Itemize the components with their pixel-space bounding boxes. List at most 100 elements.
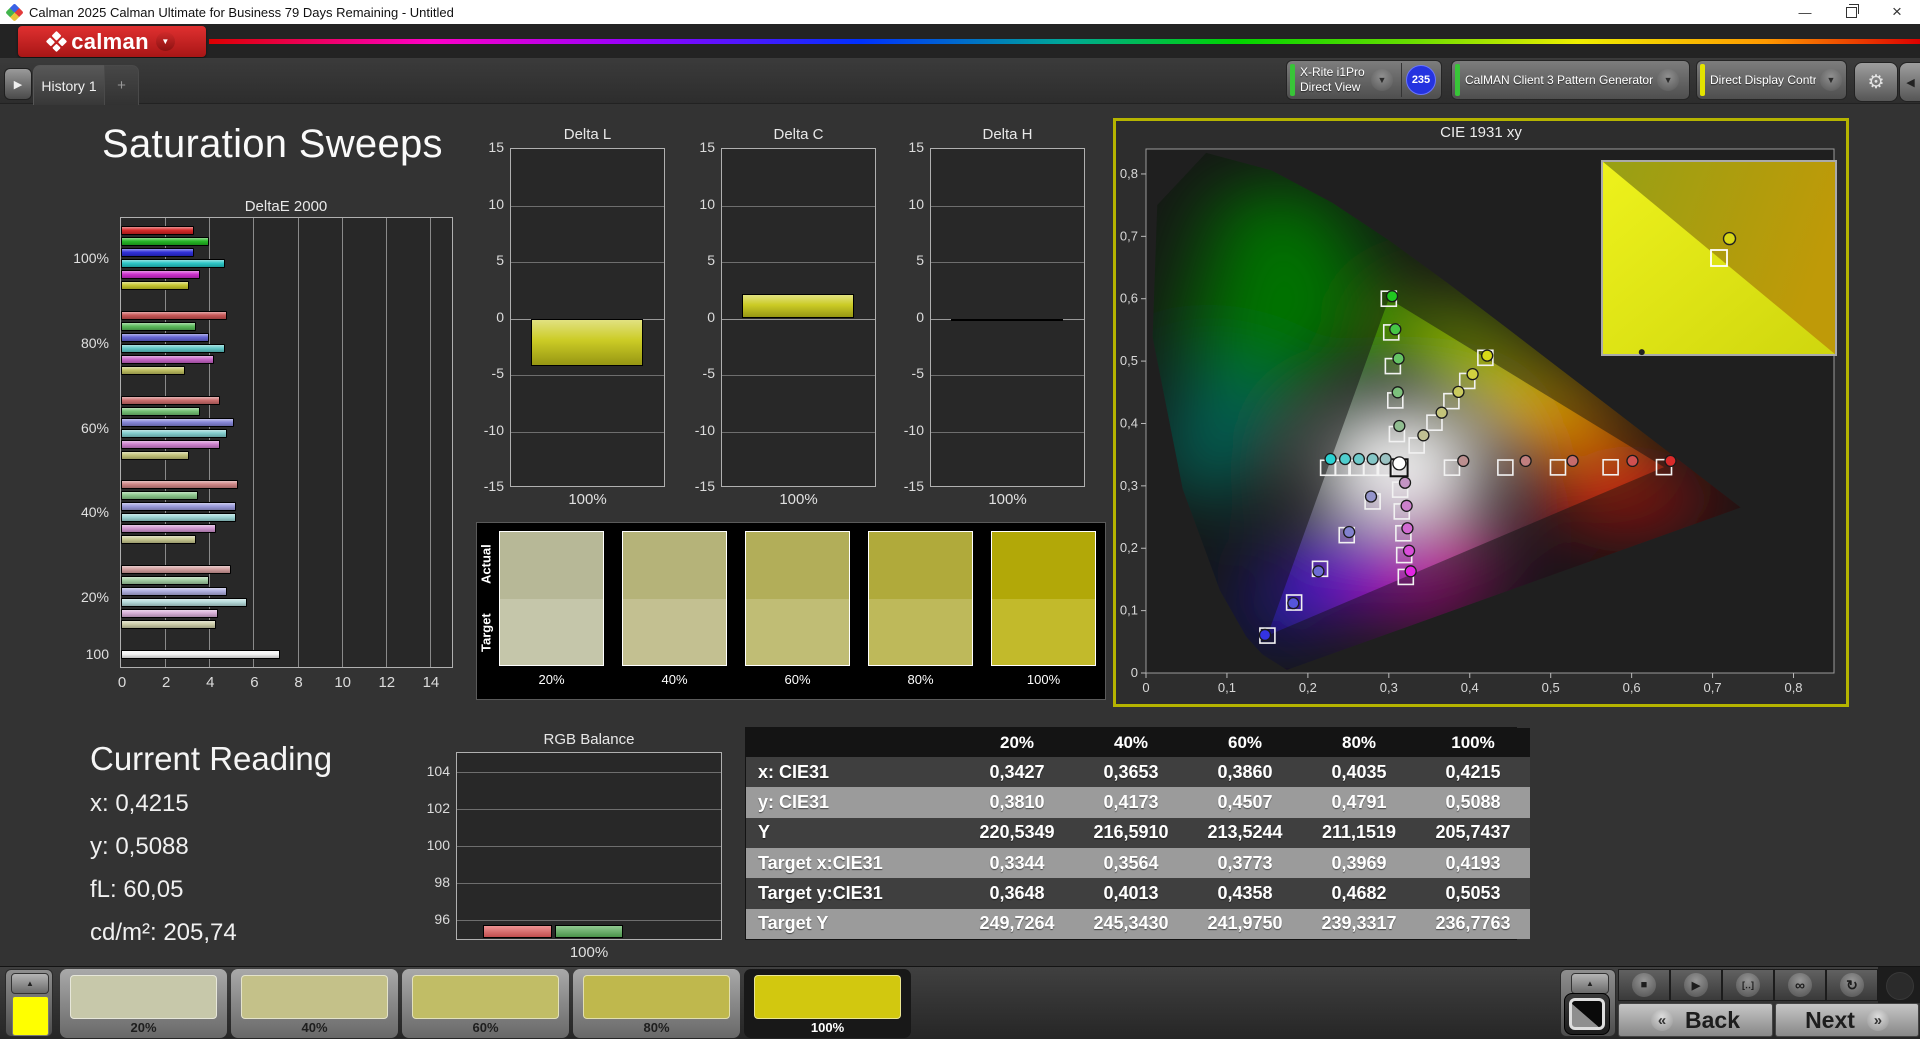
table-cell: 0,5053 [1416,878,1530,909]
pattern-window-button[interactable] [1564,993,1610,1035]
x-tick-label: 8 [294,674,303,691]
y-tick-label: 0 [916,308,924,325]
loop-button[interactable]: ∞ [1774,969,1826,1001]
loop-icon: ∞ [1788,973,1812,997]
close-button[interactable]: × [1874,0,1920,24]
table-column-header: 20% [960,728,1074,757]
table-cell: 0,3564 [1074,847,1188,879]
collapse-panel-button[interactable]: ◀ [1899,62,1920,102]
deltae-bar [121,226,194,235]
cie-measured-marker [1343,525,1356,539]
patch-panel-expand-button[interactable]: ▲ [11,973,49,994]
svg-text:0: 0 [1131,665,1138,680]
display-control-dropdown[interactable]: Direct Display Control ▼ [1696,60,1847,100]
meter-count-badge: 235 [1406,65,1436,95]
actual-swatch [992,532,1095,599]
y-tick-label: 5 [707,252,715,268]
restore-button[interactable] [1828,0,1874,24]
cie-chromaticity-diagram: 0 0,1 0,2 0,3 0,4 0,5 0,6 0,7 0,8 0 0,1 0,2 0,3 0,4 0,… [1120,148,1837,695]
chevrons-right-icon: » [1866,1009,1889,1031]
deltae-chart-plot: 100% 80% 60% 40% 20% 100 [73,217,453,668]
add-tab-button[interactable]: + [104,65,139,105]
gridline [722,375,875,376]
refresh-button[interactable]: ↻ [1826,969,1878,1001]
pattern-level-card[interactable]: 60% [402,969,569,1038]
rgb-balance-plot [456,752,722,940]
display-control-label: Direct Display Control [1710,72,1816,87]
window-frame-icon [1569,998,1605,1030]
deltae-bar-group: 100 [86,646,452,662]
calman-menu-button[interactable]: calman ▼ [18,26,206,57]
mini-chart-title: Delta H [982,126,1033,143]
cie-measured-marker [1287,596,1300,610]
actual-swatch [623,532,726,599]
y-tick-label: 10 [908,195,924,212]
y-tick-label: 102 [426,799,450,816]
y-tick-label: 15 [908,139,924,155]
back-button[interactable]: « Back [1618,1003,1773,1037]
cie-measured-marker [1389,323,1402,336]
table-row-label: x: CIE31 [746,757,960,788]
chevron-up-icon: ▲ [1586,979,1594,988]
table-cell: 241,9750 [1188,908,1302,939]
deltae-bar [121,576,210,586]
deltae-bar [121,502,236,512]
gridline [722,205,875,207]
deltae-bar [121,480,238,490]
mini-chart-x-label: 100% [568,491,607,508]
deltae-bar [121,332,210,342]
deltae-bar [121,535,197,545]
swatch-label: 100% [1026,672,1061,687]
range-button[interactable]: [‥] [1722,969,1774,1001]
cie-measured-marker [1566,454,1579,468]
y-tick-label: -10 [903,421,924,438]
cie-measured-marker [1626,454,1639,468]
next-button[interactable]: Next » [1775,1003,1919,1037]
delta-bar [950,318,1063,321]
meter-dropdown[interactable]: X-Rite i1Pro 2Direct View ▼ 235 [1286,60,1442,100]
cie-measured-marker [1481,349,1494,362]
pattern-level-card[interactable]: 20% [60,969,227,1038]
settings-button[interactable]: ⚙ [1854,62,1898,102]
current-reading-title: Current Reading [90,740,333,777]
y-tick-label: 5 [916,252,924,268]
y-tick-label: -15 [694,478,715,494]
cie-measured-marker [1393,419,1406,433]
delta-bar [530,318,643,366]
cie-measured-marker [1366,452,1379,466]
minimize-button[interactable]: — [1782,0,1828,24]
window-panel-expand-button[interactable]: ▲ [1571,973,1609,994]
table-row-label: Target x:CIE31 [746,847,960,879]
deltae-bar-group: 60% [81,395,452,460]
cie-measured-marker [1364,490,1378,503]
pattern-level-card[interactable]: 100% [744,969,911,1038]
calman-app-window: Calman 2025 Calman Ultimate for Business… [0,0,1920,1039]
play-button[interactable]: ▶ [1670,969,1722,1001]
gridline [457,771,721,773]
swatch-label: 80% [907,672,934,687]
gridline [511,262,664,263]
deltae-bar-group: 80% [81,310,452,375]
cie-inset-dot [1638,349,1645,356]
chevron-down-icon: ▼ [1820,69,1842,91]
table-cell: 0,3773 [1188,847,1302,879]
deltae-chart-title: DeltaE 2000 [244,198,328,215]
stop-button[interactable]: ■ [1618,969,1670,1001]
current-reading-value: fL: 60,05 [90,876,184,903]
pattern-level-card[interactable]: 40% [231,969,398,1038]
table-row-label: Y [746,817,960,848]
swatch-label: 60% [784,672,811,687]
meter-label: X-Rite i1Pro 2Direct View [1300,65,1367,94]
gridline [931,431,1084,433]
x-tick-label: 14 [422,674,440,691]
cie-measured-marker [1352,452,1366,466]
cie-measured-marker [1400,499,1413,512]
tab-nav-button[interactable]: ▶ [4,68,32,100]
actual-row-label: Actual [478,544,494,585]
pattern-generator-dropdown[interactable]: CalMAN Client 3 Pattern Generator ▼ [1451,60,1690,100]
tab-history-1[interactable]: History 1 [33,65,105,105]
gridline [511,375,664,376]
deltae-group-label: 40% [80,504,109,521]
cie-1931-panel: CIE 1931 xy 0 0,1 0,2 0,3 0,4 0,5 0,6 0,… [1113,118,1849,707]
pattern-level-card[interactable]: 80% [573,969,740,1038]
